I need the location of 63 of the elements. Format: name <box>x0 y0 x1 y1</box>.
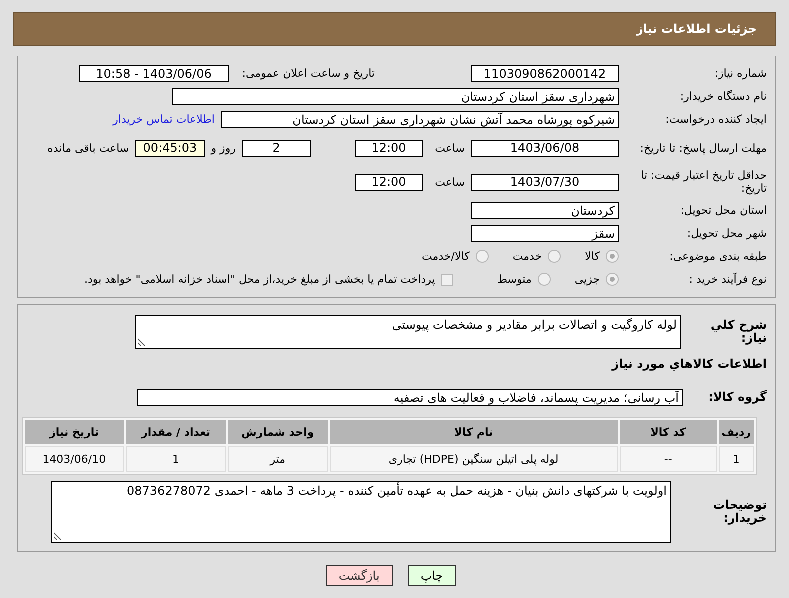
description-field: لوله کاروگیت و اتصالات برابر مقادیر و مشخصات پیوستی <box>135 315 681 349</box>
time-label: ساعت <box>434 176 465 188</box>
section-heading: اطلاعات كالاهاي مورد نياز <box>610 358 767 371</box>
radio-button[interactable] <box>606 273 619 286</box>
column-header: کد کالا <box>620 420 717 444</box>
deadline-time-field: 12:00 <box>355 140 423 156</box>
radio-label: جزیی <box>574 273 600 286</box>
need-number-field: 1103090862000142 <box>471 65 619 82</box>
radio-button[interactable] <box>476 250 489 263</box>
city-field: سقز <box>471 225 619 242</box>
province-field: کردستان <box>471 202 619 219</box>
field-label: تاریخ و ساعت اعلان عمومی: <box>241 67 375 80</box>
table-cell: متر <box>228 446 328 472</box>
buyer-contact-link[interactable]: اطلاعات تماس خریدار <box>113 113 215 126</box>
field-label: ایجاد کننده درخواست: <box>664 113 767 126</box>
validity-time-field: 12:00 <box>355 174 423 190</box>
field-label: توضیحات خریدار: <box>712 499 767 525</box>
column-header: تاریخ نیاز <box>25 420 124 444</box>
field-label: شرح كلي نياز: <box>710 319 767 345</box>
buyer-field: شهرداری سقز استان کردستان <box>172 88 619 105</box>
announce-date-field: 1403/06/06 - 10:58 <box>79 65 229 82</box>
remaining-time-field: 00:45:03 <box>135 140 206 156</box>
column-header: تعداد / مقدار <box>126 420 226 444</box>
print-button[interactable]: چاپ <box>408 565 456 586</box>
column-header: نام کالا <box>330 420 618 444</box>
field-label: مهلت ارسال پاسخ: تا تاریخ: <box>639 142 767 154</box>
goods-group-field: آب رسانی؛ مدیریت پسماند، فاضلاب و فعالیت های تصفیه <box>137 389 683 406</box>
field-label: شماره نیاز: <box>714 67 767 80</box>
creator-field: شیرکوه پورشاه محمد آتش نشان شهرداری سقز استان کردستان <box>221 111 619 128</box>
radio-label: کالا <box>585 250 600 263</box>
radio-button[interactable] <box>538 273 551 286</box>
table-cell: 1 <box>126 446 226 472</box>
resize-grip-icon[interactable] <box>138 338 146 346</box>
table-cell: لوله پلی اتیلن سنگین (HDPE) تجاری <box>330 446 618 472</box>
radio-label: کالا/خدمت <box>422 250 470 263</box>
validity-date-field: 1403/07/30 <box>471 174 619 190</box>
table-cell: 1 <box>718 446 754 472</box>
radio-label: متوسط <box>497 273 532 286</box>
days-field: 2 <box>242 140 311 156</box>
page-header: جزئیات اطلاعات نیاز <box>13 12 776 46</box>
radio-button[interactable] <box>548 250 562 263</box>
field-label: حداقل تاریخ اعتبار قیمت: تا تاریخ: <box>640 169 767 195</box>
radio-label: خدمت <box>512 250 542 263</box>
time-label: ساعت <box>434 142 465 154</box>
back-button[interactable]: بازگشت <box>326 565 393 586</box>
checkbox-label: پرداخت تمام یا بخشی از مبلغ خرید،از محل "اسناد خزانه اسلامی" خواهد بود. <box>84 273 436 286</box>
field-label: استان محل تحویل: <box>680 204 767 217</box>
days-label: روز و <box>211 142 236 154</box>
field-label: نام دستگاه خریدار: <box>679 90 767 103</box>
column-header: واحد شمارش <box>228 420 328 444</box>
field-label: نوع فرآیند خرید : <box>688 273 767 286</box>
checkbox[interactable] <box>441 274 454 286</box>
deadline-date-field: 1403/06/08 <box>471 140 619 156</box>
field-label: طبقه بندی موضوعی: <box>668 250 767 263</box>
radio-button[interactable] <box>606 250 619 263</box>
remaining-label: ساعت باقی مانده <box>48 142 130 154</box>
field-label: گروه كالا: <box>708 391 767 404</box>
table-cell: 1403/06/10 <box>25 446 124 472</box>
buyer-notes-field: اولویت با شرکتهای دانش بنیان - هزینه حمل به عهده تأمین کننده - پرداخت 3 ماهه - احمدی 08736278072 <box>51 481 671 543</box>
field-label: شهر محل تحویل: <box>686 227 767 240</box>
table-cell: -- <box>620 446 717 472</box>
column-header: ردیف <box>718 420 754 444</box>
resize-grip-icon[interactable] <box>54 532 62 540</box>
